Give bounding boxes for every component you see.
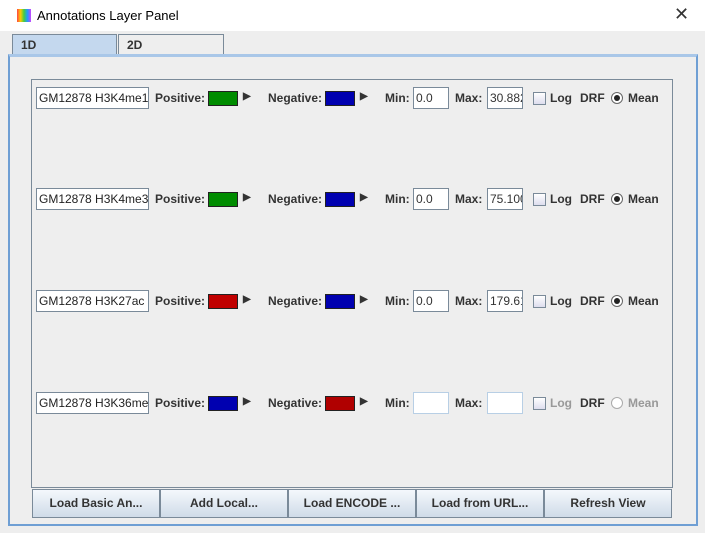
min-input[interactable]: 0.0 <box>413 87 449 109</box>
mean-label: Mean <box>628 192 659 206</box>
tab-1d-annotations[interactable]: 1D Annotations <box>12 34 117 66</box>
mean-label: Mean <box>628 91 659 105</box>
title-bar: Annotations Layer Panel ✕ <box>0 0 705 31</box>
track-row: GM12878 H3K36me3 Positive: ▶ Negative: ▶… <box>36 392 676 414</box>
max-label: Max: <box>455 396 483 410</box>
log-label: Log <box>550 294 572 308</box>
negative-label: Negative: <box>268 192 323 206</box>
positive-color-swatch[interactable] <box>208 192 238 207</box>
negative-color-swatch[interactable] <box>325 192 355 207</box>
positive-label: Positive: <box>155 294 206 308</box>
max-label: Max: <box>455 91 483 105</box>
min-input[interactable]: 0.0 <box>413 188 449 210</box>
load-encode-button[interactable]: Load ENCODE ... <box>288 489 416 518</box>
mean-radio[interactable] <box>611 295 623 307</box>
positive-label: Positive: <box>155 91 206 105</box>
load-basic-annotations-button[interactable]: Load Basic An... <box>32 489 160 518</box>
negative-arrow-icon[interactable]: ▶ <box>360 91 368 102</box>
mean-radio[interactable] <box>611 193 623 205</box>
positive-label: Positive: <box>155 396 206 410</box>
min-label: Min: <box>385 294 410 308</box>
drf-label: DRF <box>580 91 605 105</box>
track-name-field[interactable]: GM12878 H3K27ac <box>36 290 149 312</box>
app-icon <box>17 9 31 22</box>
positive-arrow-icon[interactable]: ▶ <box>243 192 251 203</box>
refresh-view-button[interactable]: Refresh View <box>544 489 672 518</box>
log-checkbox[interactable] <box>533 92 546 105</box>
load-from-url-button[interactable]: Load from URL... <box>416 489 544 518</box>
log-checkbox[interactable] <box>533 397 546 410</box>
min-input[interactable] <box>413 392 449 414</box>
negative-color-swatch[interactable] <box>325 91 355 106</box>
track-row: GM12878 H3K27ac Positive: ▶ Negative: ▶ … <box>36 290 676 312</box>
negative-arrow-icon[interactable]: ▶ <box>360 192 368 203</box>
track-name-field[interactable]: GM12878 H3K36me3 <box>36 392 149 414</box>
track-list <box>31 79 673 488</box>
positive-color-swatch[interactable] <box>208 396 238 411</box>
track-name-field[interactable]: GM12878 H3K4me3 <box>36 188 149 210</box>
drf-label: DRF <box>580 294 605 308</box>
max-input[interactable] <box>487 392 523 414</box>
max-label: Max: <box>455 192 483 206</box>
negative-label: Negative: <box>268 91 323 105</box>
mean-radio[interactable] <box>611 92 623 104</box>
negative-label: Negative: <box>268 294 323 308</box>
drf-label: DRF <box>580 192 605 206</box>
mean-radio[interactable] <box>611 397 623 409</box>
track-name-field[interactable]: GM12878 H3K4me1 <box>36 87 149 109</box>
min-label: Min: <box>385 91 410 105</box>
log-label: Log <box>550 396 572 410</box>
max-label: Max: <box>455 294 483 308</box>
positive-arrow-icon[interactable]: ▶ <box>243 91 251 102</box>
positive-arrow-icon[interactable]: ▶ <box>243 396 251 407</box>
log-label: Log <box>550 91 572 105</box>
max-input[interactable]: 179.61 <box>487 290 523 312</box>
track-row: GM12878 H3K4me1 Positive: ▶ Negative: ▶ … <box>36 87 676 109</box>
positive-color-swatch[interactable] <box>208 91 238 106</box>
max-input[interactable]: 30.882 <box>487 87 523 109</box>
min-label: Min: <box>385 396 410 410</box>
track-row: GM12878 H3K4me3 Positive: ▶ Negative: ▶ … <box>36 188 676 210</box>
mean-label: Mean <box>628 294 659 308</box>
positive-arrow-icon[interactable]: ▶ <box>243 294 251 305</box>
negative-arrow-icon[interactable]: ▶ <box>360 294 368 305</box>
negative-color-swatch[interactable] <box>325 396 355 411</box>
negative-label: Negative: <box>268 396 323 410</box>
mean-label: Mean <box>628 396 659 410</box>
log-checkbox[interactable] <box>533 193 546 206</box>
log-label: Log <box>550 192 572 206</box>
min-label: Min: <box>385 192 410 206</box>
max-input[interactable]: 75.100 <box>487 188 523 210</box>
negative-arrow-icon[interactable]: ▶ <box>360 396 368 407</box>
log-checkbox[interactable] <box>533 295 546 308</box>
positive-label: Positive: <box>155 192 206 206</box>
positive-color-swatch[interactable] <box>208 294 238 309</box>
drf-label: DRF <box>580 396 605 410</box>
window-title: Annotations Layer Panel <box>37 8 179 23</box>
tab-2d-annotations[interactable]: 2D Annotations <box>118 34 224 66</box>
close-icon[interactable]: ✕ <box>674 4 689 25</box>
add-local-button[interactable]: Add Local... <box>160 489 288 518</box>
min-input[interactable]: 0.0 <box>413 290 449 312</box>
negative-color-swatch[interactable] <box>325 294 355 309</box>
